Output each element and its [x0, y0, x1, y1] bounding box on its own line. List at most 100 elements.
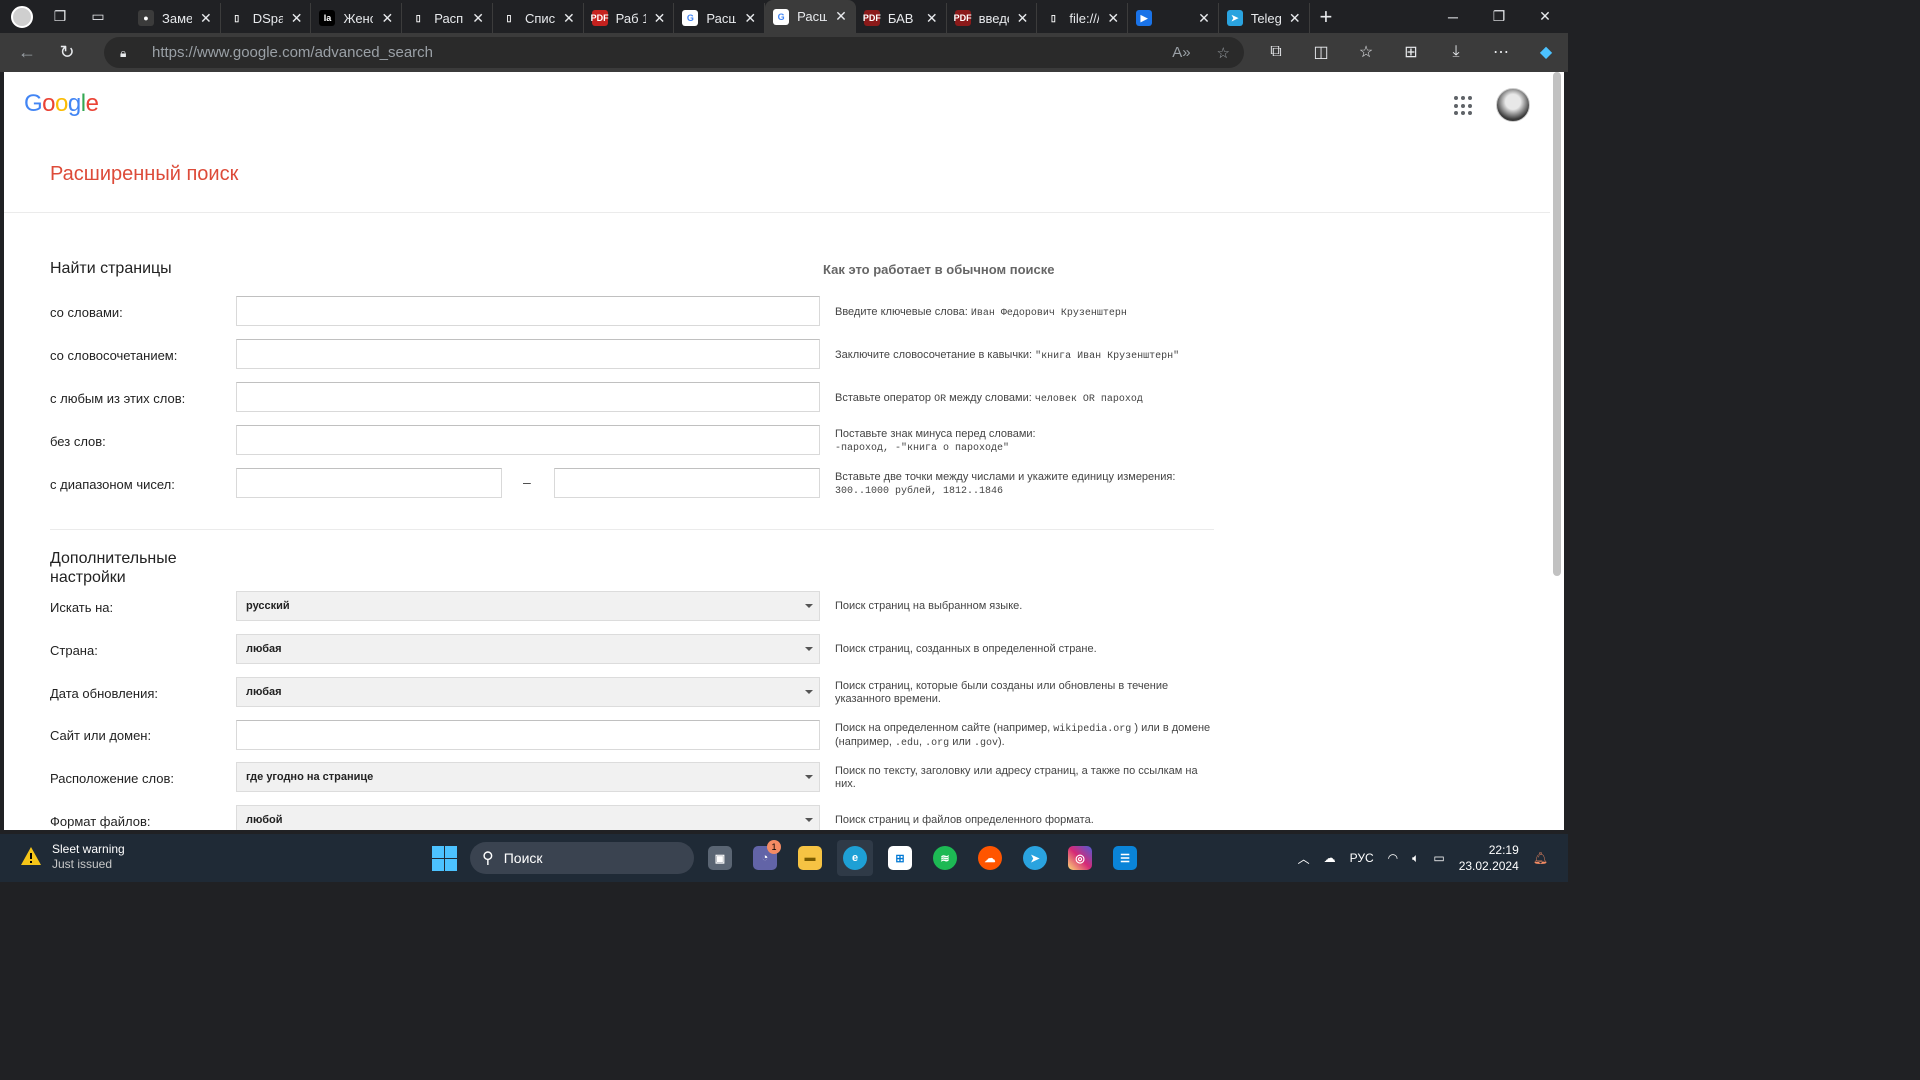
- volume-icon[interactable]: 🔈︎: [1412, 851, 1419, 866]
- more-menu-icon[interactable]: ⋯: [1489, 38, 1513, 66]
- browser-tab[interactable]: ➤ Telegram ✕: [1219, 3, 1310, 33]
- start-button[interactable]: [432, 846, 457, 871]
- back-button[interactable]: ←: [10, 36, 44, 70]
- browser-tab[interactable]: PDF введение ✕: [947, 3, 1038, 33]
- windows-taskbar: Sleet warning Just issued ⚲ Поиск ▣ ◔ 1 ▬…: [0, 834, 1568, 882]
- read-aloud-icon[interactable]: A»: [1172, 44, 1190, 62]
- tab-actions-icon[interactable]: ▭: [86, 5, 110, 29]
- chat-icon[interactable]: ◔ 1: [747, 840, 783, 876]
- all-words-input[interactable]: [236, 296, 820, 326]
- none-words-input[interactable]: [236, 425, 820, 455]
- app-icon[interactable]: ☰: [1107, 840, 1143, 876]
- split-screen-icon[interactable]: ◫: [1309, 38, 1333, 66]
- exact-phrase-input[interactable]: [236, 339, 820, 369]
- tab-favicon-icon: PDF: [954, 10, 972, 26]
- edge-browser-icon[interactable]: e: [837, 840, 873, 876]
- browser-tab[interactable]: ▯ DSpace ✕: [221, 3, 312, 33]
- favorites-icon[interactable]: ☆: [1354, 38, 1378, 66]
- downloads-icon[interactable]: ⤓: [1444, 38, 1468, 66]
- new-tab-button[interactable]: +: [1320, 4, 1333, 30]
- lock-icon[interactable]: 🔒︎: [120, 46, 134, 60]
- google-apps-icon[interactable]: [1454, 96, 1474, 116]
- file-type-select[interactable]: любой: [236, 805, 820, 830]
- last-update-select[interactable]: любая: [236, 677, 820, 707]
- tab-title: Telegram: [1250, 10, 1281, 26]
- telegram-icon[interactable]: ➤: [1017, 840, 1053, 876]
- close-tab-icon[interactable]: ✕: [563, 10, 575, 27]
- browser-tab[interactable]: ▶ ✕: [1128, 3, 1219, 33]
- profile-icon[interactable]: [10, 5, 34, 29]
- weather-widget[interactable]: Sleet warning Just issued: [20, 841, 125, 871]
- close-tab-icon[interactable]: ✕: [472, 10, 484, 27]
- chevron-up-icon[interactable]: ︿: [1298, 850, 1310, 867]
- page-scrollbar[interactable]: [1550, 72, 1564, 830]
- range-to-input[interactable]: [554, 468, 820, 498]
- any-words-input[interactable]: [236, 382, 820, 412]
- none-words-label: без слов:: [50, 434, 106, 449]
- terms-appearing-select[interactable]: где угодно на странице: [236, 762, 820, 792]
- browser-tab[interactable]: G Расширенный ✕: [674, 3, 766, 33]
- language-select[interactable]: русский: [236, 591, 820, 621]
- chevron-down-icon: [805, 690, 813, 694]
- tab-favicon-icon: PDF: [863, 10, 881, 26]
- scrollbar-thumb[interactable]: [1553, 72, 1561, 576]
- onedrive-icon[interactable]: ☁: [1324, 851, 1336, 865]
- close-window-button[interactable]: ✕: [1522, 0, 1568, 33]
- address-bar[interactable]: 🔒︎ https://www.google.com/advanced_searc…: [104, 37, 1244, 68]
- workspaces-icon[interactable]: ❐: [48, 5, 72, 29]
- browser-tab[interactable]: ▯ file:/// ✕: [1037, 3, 1129, 33]
- google-logo[interactable]: Google: [24, 90, 99, 118]
- close-tab-icon[interactable]: ✕: [835, 8, 847, 25]
- chevron-down-icon: [805, 775, 813, 779]
- browser-tab[interactable]: PDF БАВ ✕: [856, 3, 947, 33]
- instagram-icon[interactable]: ◎: [1062, 840, 1098, 876]
- browser-tab[interactable]: G Расширенный ✕: [765, 0, 856, 33]
- account-avatar[interactable]: [1496, 88, 1530, 122]
- minimize-button[interactable]: ─: [1430, 0, 1476, 33]
- close-tab-icon[interactable]: ✕: [1107, 10, 1119, 27]
- restore-button[interactable]: ❐: [1476, 0, 1522, 33]
- close-tab-icon[interactable]: ✕: [200, 10, 212, 27]
- browser-tab[interactable]: Ia Женский ✕: [311, 3, 403, 33]
- range-from-input[interactable]: [236, 468, 502, 498]
- battery-icon[interactable]: ▭: [1433, 851, 1444, 865]
- file-explorer-icon[interactable]: ▬: [792, 840, 828, 876]
- close-tab-icon[interactable]: ✕: [291, 10, 303, 27]
- site-domain-input[interactable]: [236, 720, 820, 750]
- close-tab-icon[interactable]: ✕: [1017, 10, 1029, 27]
- browser-tab[interactable]: ▯ Распределение ✕: [402, 3, 493, 33]
- soundcloud-icon[interactable]: ☁: [972, 840, 1008, 876]
- all-words-label: со словами:: [50, 305, 123, 320]
- close-tab-icon[interactable]: ✕: [1289, 10, 1301, 27]
- close-tab-icon[interactable]: ✕: [926, 10, 938, 27]
- close-tab-icon[interactable]: ✕: [744, 10, 756, 27]
- browser-tab[interactable]: PDF Раб 1 ✕: [584, 3, 675, 33]
- section-divider: [50, 529, 1214, 530]
- browser-tab[interactable]: ▯ Список ✕: [493, 3, 584, 33]
- tab-strip: ● Заметки ✕ ▯ DSpace ✕ Ia Женский ✕ ▯ Распределени…: [130, 0, 1310, 33]
- task-view-icon[interactable]: ▣: [702, 840, 738, 876]
- tab-favicon-icon: ▶: [1136, 10, 1153, 26]
- tab-favicon-icon: Ia: [319, 10, 336, 26]
- chevron-down-icon: [805, 647, 813, 651]
- favorite-star-icon[interactable]: ☆: [1217, 44, 1230, 62]
- language-indicator[interactable]: РУС: [1350, 851, 1374, 865]
- extensions-icon[interactable]: ⧉: [1264, 38, 1288, 66]
- spotify-icon[interactable]: ≋: [927, 840, 963, 876]
- microsoft-store-icon[interactable]: ⊞: [882, 840, 918, 876]
- region-select[interactable]: любая: [236, 634, 820, 664]
- taskbar-search[interactable]: ⚲ Поиск: [470, 842, 694, 874]
- copilot-icon[interactable]: ◆: [1534, 38, 1558, 66]
- close-tab-icon[interactable]: ✕: [654, 10, 666, 27]
- refresh-button[interactable]: ↻: [50, 36, 84, 70]
- close-tab-icon[interactable]: ✕: [1198, 10, 1210, 27]
- tab-title: Раб 1: [615, 10, 646, 26]
- notification-bell-icon[interactable]: 🔔︎: [1533, 851, 1548, 865]
- file-type-label: Формат файлов:: [50, 814, 151, 829]
- close-tab-icon[interactable]: ✕: [381, 10, 393, 27]
- collections-icon[interactable]: ⊞: [1399, 38, 1423, 66]
- clock[interactable]: 22:19 23.02.2024: [1459, 842, 1519, 874]
- wifi-icon[interactable]: ◠: [1388, 851, 1398, 865]
- browser-tab-bar: ❐ ▭ ● Заметки ✕ ▯ DSpace ✕ Ia Женский ✕ ▯ Распреде…: [0, 0, 1568, 33]
- browser-tab[interactable]: ● Заметки ✕: [130, 3, 221, 33]
